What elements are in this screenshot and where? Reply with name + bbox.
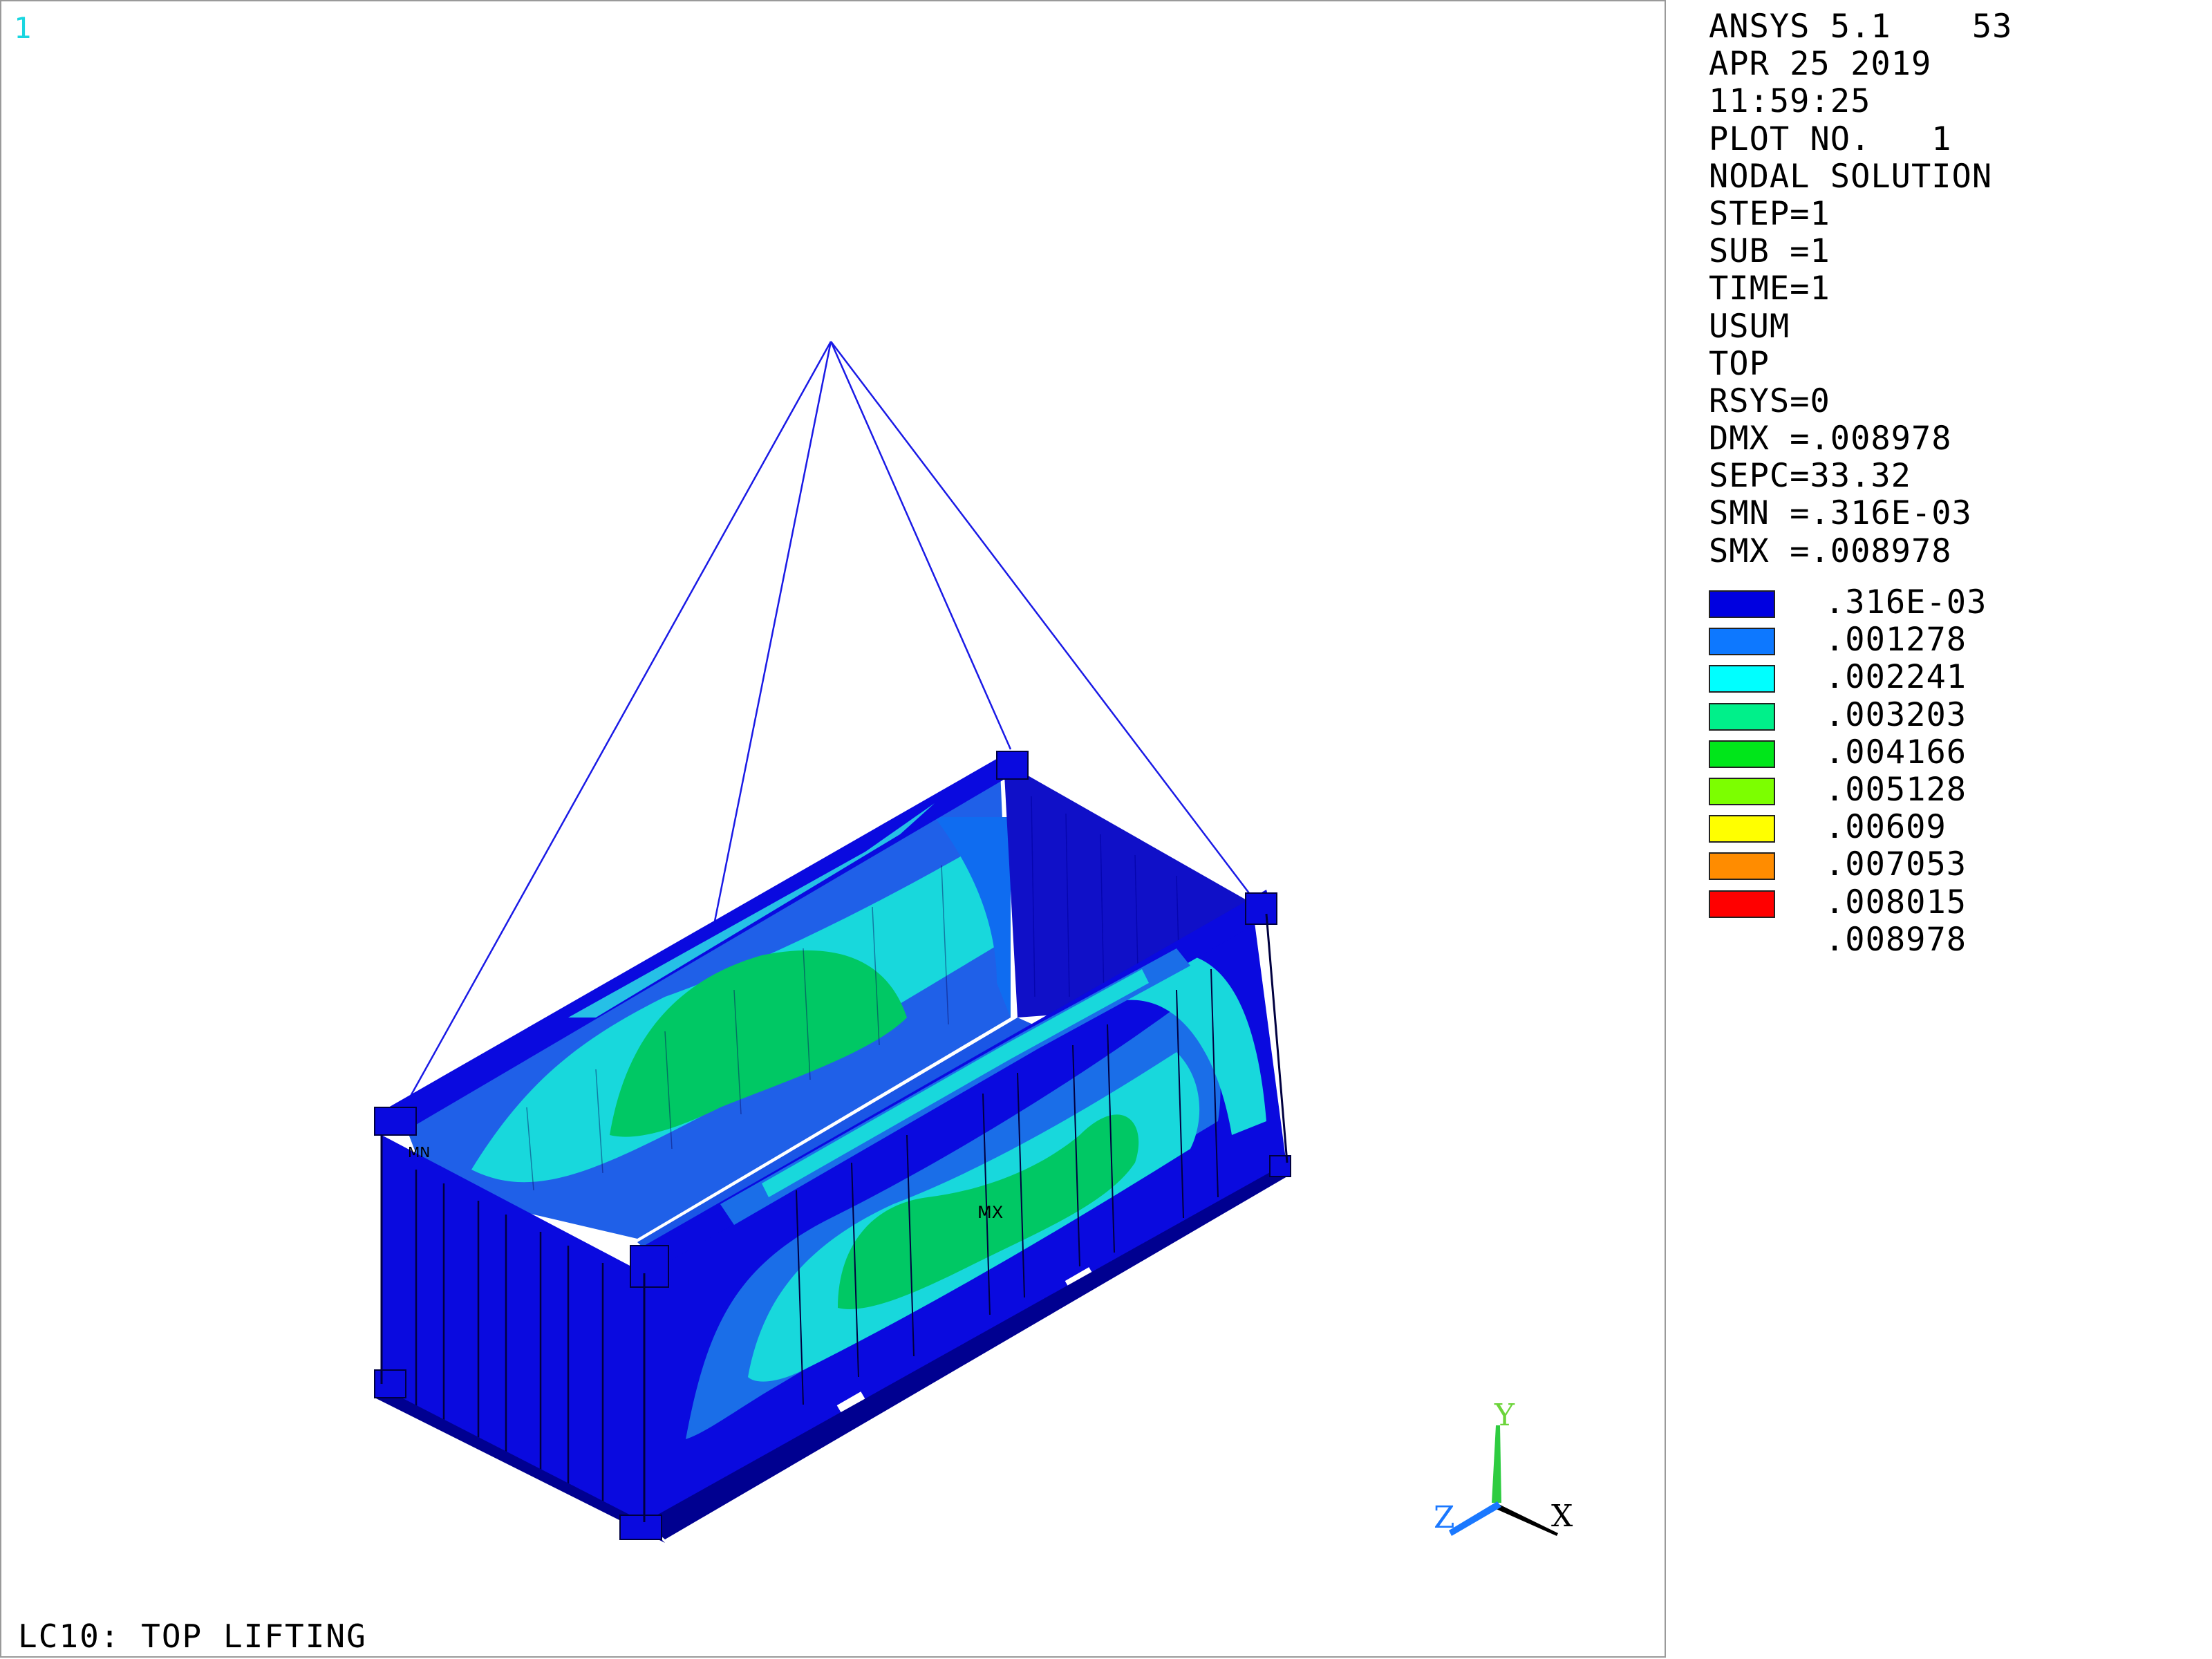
container-model: MX MN — [374, 341, 1291, 1543]
load-case-title: LC10: TOP LIFTING — [18, 1618, 367, 1655]
z-axis-label: Z — [1434, 1500, 1455, 1535]
z-axis-arrow — [1449, 1501, 1501, 1536]
legend-value: .005128 — [1825, 770, 1967, 809]
info-line: 11:59:25 — [1709, 82, 1871, 121]
info-line: NODAL SOLUTION — [1709, 157, 1993, 196]
legend-value: .004166 — [1825, 733, 1967, 771]
info-line: USUM — [1709, 307, 1790, 346]
y-axis-label: Y — [1494, 1398, 1515, 1433]
info-line: SUB =1 — [1709, 232, 1830, 271]
x-axis-arrow — [1494, 1503, 1558, 1536]
info-line: PLOT NO. 1 — [1709, 120, 1952, 158]
y-axis-arrow — [1492, 1425, 1501, 1503]
graphics-viewport[interactable]: 1 MX MN Y X Z LC10: TOP LIFTING — [0, 0, 1666, 1658]
info-line: APR 25 2019 — [1709, 45, 1932, 84]
legend-swatch — [1709, 665, 1775, 693]
info-line: SEPC=33.32 — [1709, 457, 1911, 496]
legend-swatch — [1709, 890, 1775, 918]
info-line: SMX =.008978 — [1709, 532, 1952, 570]
legend-value: .008015 — [1825, 883, 1967, 921]
coordinate-triad: Y X Z — [1425, 1398, 1591, 1553]
legend-value: .001278 — [1825, 621, 1967, 659]
info-line: TOP — [1709, 344, 1770, 383]
min-marker: MN — [408, 1144, 430, 1161]
info-line: TIME=1 — [1709, 270, 1830, 308]
legend-value: .003203 — [1825, 695, 1967, 734]
x-axis-label: X — [1551, 1499, 1573, 1534]
info-line: ANSYS 5.1 53 — [1709, 8, 2013, 46]
info-line: STEP=1 — [1709, 194, 1830, 233]
legend-value: .316E-03 — [1825, 583, 1987, 621]
legend-swatch — [1709, 815, 1775, 843]
legend-value: .002241 — [1825, 658, 1967, 697]
info-panel: ANSYS 5.1 53 APR 25 2019 11:59:25 PLOT NO. … — [1709, 8, 2206, 570]
legend-value: .007053 — [1825, 845, 1967, 884]
legend-swatch — [1709, 852, 1775, 881]
legend-swatch — [1709, 590, 1775, 618]
info-line: SMN =.316E-03 — [1709, 494, 1972, 533]
legend-value: .008978 — [1825, 920, 1967, 959]
info-line: DMX =.008978 — [1709, 420, 1952, 458]
legend-swatch — [1709, 777, 1775, 805]
info-line: RSYS=0 — [1709, 382, 1830, 420]
legend-swatch — [1709, 740, 1775, 768]
legend-swatch — [1709, 702, 1775, 731]
legend-swatch — [1709, 628, 1775, 656]
max-marker: MX — [977, 1203, 1003, 1222]
legend-value: .00609 — [1825, 808, 1947, 847]
